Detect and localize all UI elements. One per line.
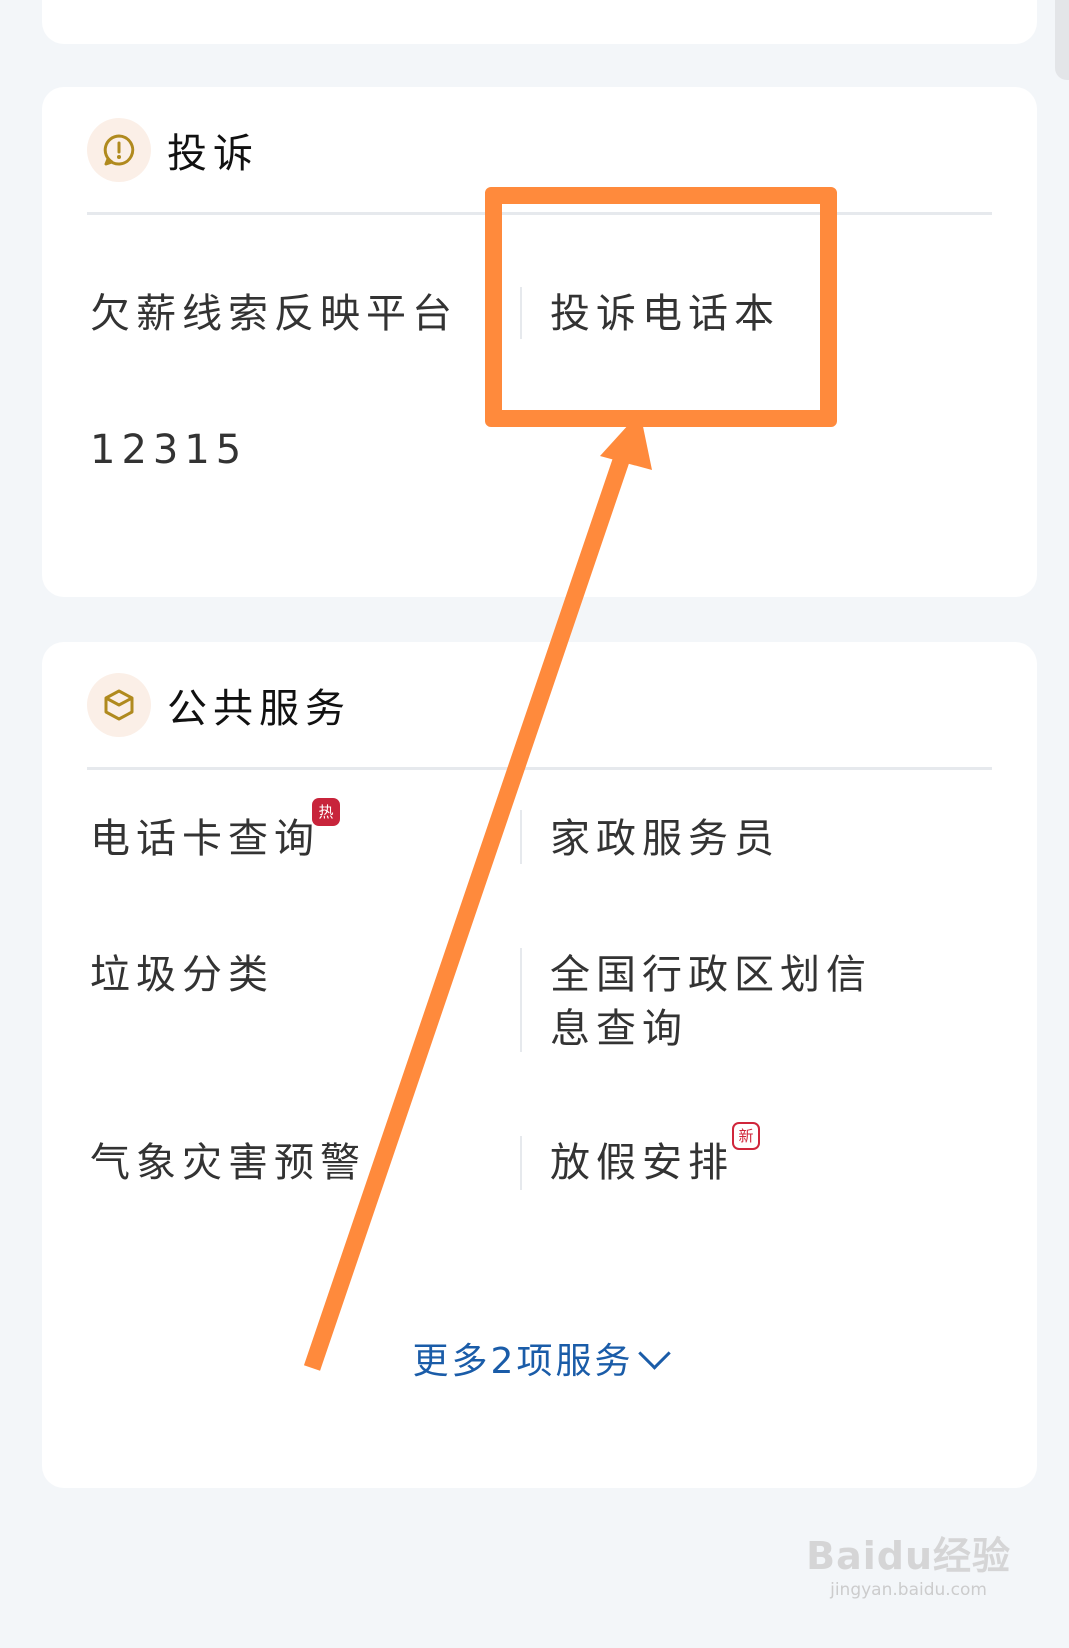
watermark-brand: Baidu经验 (806, 1534, 1011, 1578)
annotation-arrow-icon (303, 412, 652, 1371)
watermark: Baidu经验 jingyan.baidu.com (806, 1525, 1011, 1600)
watermark-url: jingyan.baidu.com (830, 1580, 987, 1600)
